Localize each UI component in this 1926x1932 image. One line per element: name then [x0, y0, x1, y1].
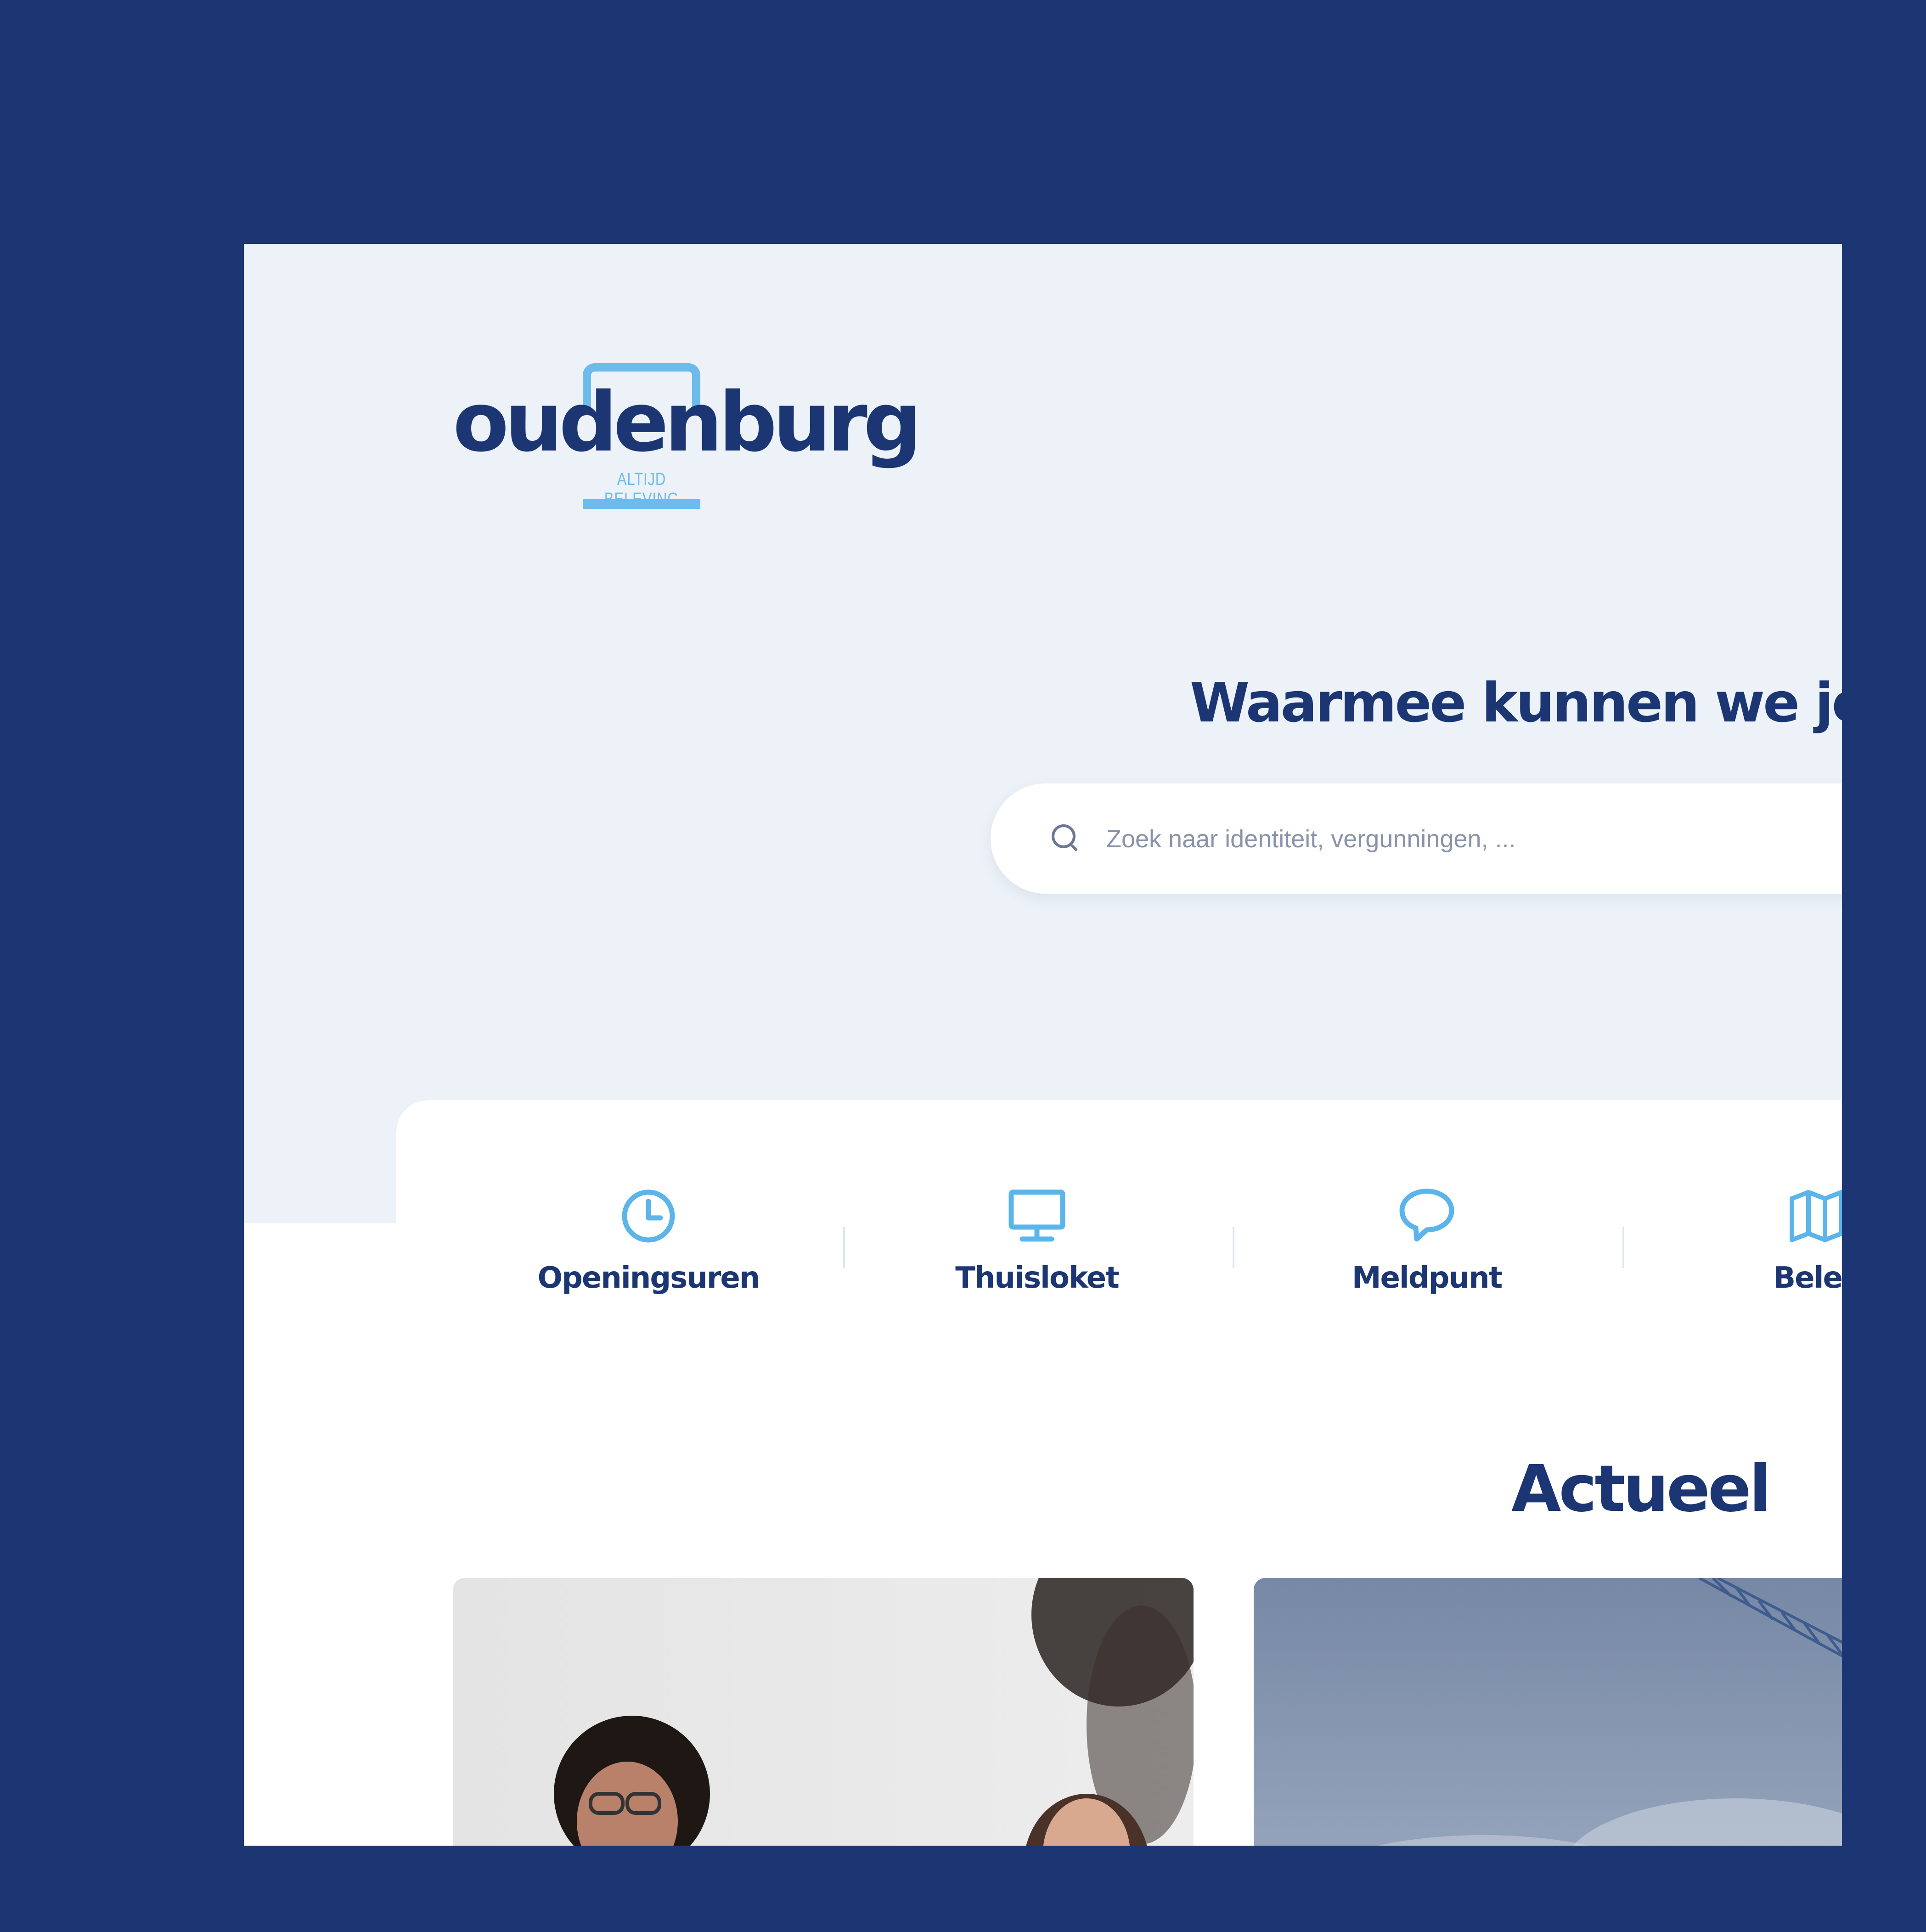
news-photo-people — [453, 1578, 1194, 1846]
quick-link-label: Openingsuren — [537, 1261, 760, 1295]
logo-wordmark: oudenburg — [453, 375, 922, 470]
quick-link-label: Meldpunt — [1352, 1261, 1503, 1295]
divider — [843, 1227, 845, 1268]
monitor-icon — [1008, 1189, 1065, 1242]
search-icon — [1052, 824, 1077, 851]
quick-link-openingsuren[interactable]: Openingsuren — [511, 1188, 786, 1295]
logo-frame-bottom — [583, 499, 700, 509]
news-card[interactable] — [1254, 1578, 1842, 1846]
speech-bubble-icon — [1399, 1188, 1454, 1242]
quick-link-label: Thuisloket — [955, 1261, 1120, 1295]
search-input[interactable] — [1105, 816, 1842, 862]
divider — [1622, 1227, 1624, 1268]
hero-title: Waarmee kunnen we je — [1190, 671, 1842, 734]
section-title: Actueel — [1511, 1452, 1771, 1526]
site-logo[interactable]: oudenburg ALTIJD BELEVING — [453, 363, 922, 529]
quick-link-thuisloket[interactable]: Thuisloket — [899, 1188, 1175, 1295]
browser-viewport: oudenburg ALTIJD BELEVING Waarmee kunnen… — [244, 244, 1842, 1846]
news-photo-crane — [1254, 1578, 1842, 1846]
news-card[interactable] — [453, 1578, 1194, 1846]
divider — [1233, 1227, 1234, 1268]
quick-link-meldpunt[interactable]: Meldpunt — [1289, 1188, 1565, 1295]
quick-link-beleven[interactable]: Belev — [1679, 1188, 1842, 1295]
map-icon — [1790, 1190, 1842, 1242]
clock-icon — [622, 1189, 675, 1243]
search-bar[interactable] — [991, 783, 1842, 894]
quick-link-label: Belev — [1773, 1261, 1842, 1295]
